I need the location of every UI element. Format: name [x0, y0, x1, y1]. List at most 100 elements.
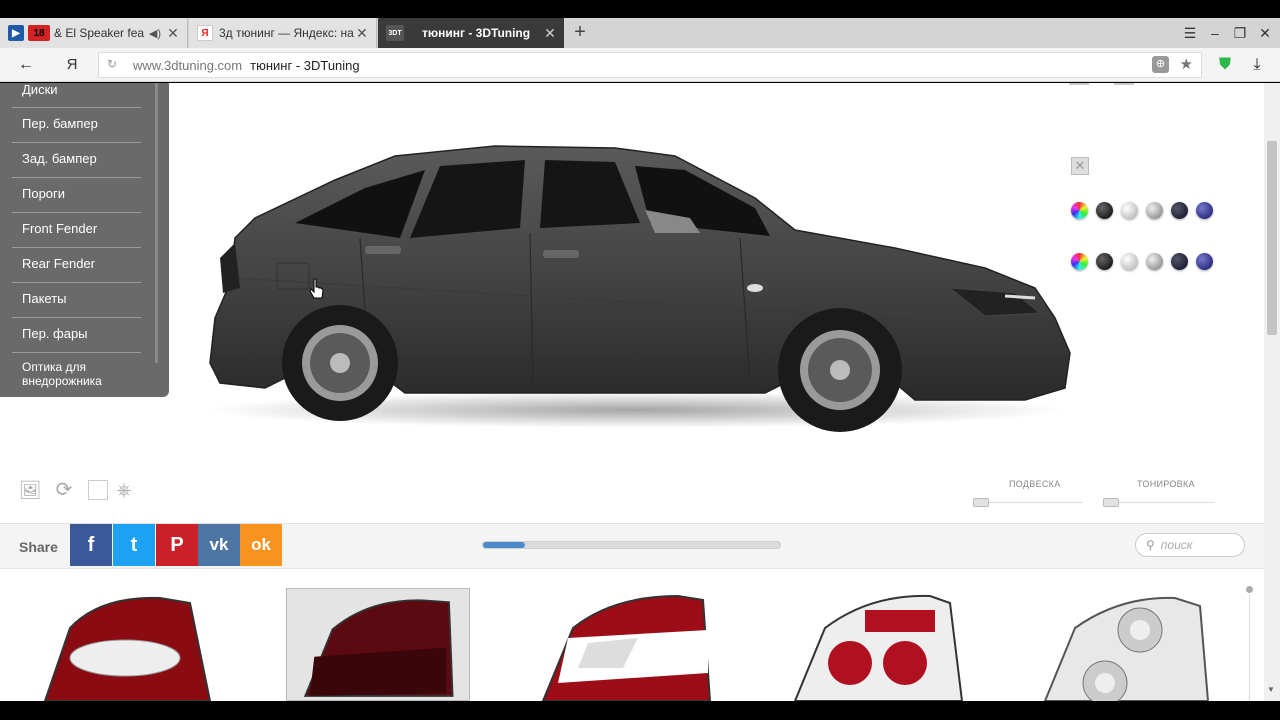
vk-icon[interactable]: vk — [198, 524, 240, 566]
menu-item-label: Front Fender — [22, 221, 98, 236]
close-window-icon[interactable]: ✕ — [1253, 18, 1277, 48]
speaker-icon[interactable]: ◀) — [149, 27, 161, 40]
search-field[interactable]: ⚲ поиск — [1135, 533, 1245, 557]
tab-title: тюнинг - 3DTuning — [422, 26, 531, 40]
menu-item-front-fender[interactable]: Front Fender — [12, 214, 141, 248]
close-tab-icon[interactable]: ✕ — [542, 25, 558, 42]
address-bar[interactable]: ↻ www.3dtuning.com тюнинг - 3DTuning ⊕ ★ — [98, 52, 1202, 78]
new-tab-button[interactable]: + — [568, 18, 592, 48]
front-wheel — [778, 308, 902, 432]
swatch-multicolor[interactable] — [1071, 202, 1088, 219]
tab-yandex[interactable]: Я 3д тюнинг — Яндекс: нашл ✕ — [189, 18, 377, 48]
url-domain: www.3dtuning.com — [133, 57, 243, 73]
page-scrollbar-thumb[interactable] — [1267, 141, 1277, 335]
search-placeholder: поиск — [1160, 538, 1193, 552]
menu-item-sills[interactable]: Пороги — [12, 179, 141, 213]
browser-window: ▶ 18 & El Speaker fea ◀) ✕ Я 3д тюнинг —… — [0, 0, 1280, 720]
3dtuning-icon: 3DT — [386, 25, 404, 41]
protect-shield-icon[interactable]: ⛊ — [1213, 53, 1237, 77]
suspension-knob[interactable] — [973, 498, 989, 507]
parts-menu: Диски Пер. бампер Зад. бампер Пороги Fro… — [0, 83, 169, 397]
reload-icon[interactable]: ↻ — [107, 57, 117, 71]
page-content: Диски Пер. бампер Зад. бампер Пороги Fro… — [0, 83, 1264, 701]
menu-item-label: Rear Fender — [22, 256, 95, 271]
product-taillight-4[interactable] — [780, 588, 980, 701]
facebook-icon[interactable]: f — [70, 524, 112, 566]
suspension-label: ПОДВЕСКА — [1009, 479, 1061, 489]
swatch[interactable] — [1121, 202, 1138, 219]
suspension-track[interactable] — [975, 502, 1083, 503]
odnoklassniki-icon[interactable]: ok — [240, 524, 282, 566]
swatch[interactable] — [1171, 202, 1188, 219]
swatch-multicolor[interactable] — [1071, 253, 1088, 270]
menu-icon[interactable]: ☰ — [1178, 18, 1202, 48]
swatch[interactable] — [1196, 253, 1213, 270]
toggle-checkbox[interactable] — [88, 480, 108, 500]
restore-icon[interactable]: ❐ — [1228, 18, 1252, 48]
tint-track[interactable] — [1105, 502, 1215, 503]
bookmark-star-icon[interactable]: ★ — [1180, 55, 1193, 73]
swatch[interactable] — [1096, 202, 1113, 219]
product-taillight-5[interactable] — [1030, 588, 1230, 701]
menu-item-packages[interactable]: Пакеты — [12, 284, 141, 318]
swatch[interactable] — [1096, 253, 1113, 270]
menu-item-label: Пер. фары — [22, 326, 88, 341]
menu-item-label: Оптика для внедорожника — [22, 360, 102, 388]
paint-swatches — [1071, 202, 1221, 272]
tab-3dtuning[interactable]: 3DT тюнинг - 3DTuning ✕ — [378, 18, 564, 48]
tab-title: 3д тюнинг — Яндекс: нашл — [219, 26, 354, 40]
share-label: Share — [19, 539, 58, 555]
menu-item-label: Пороги — [22, 186, 66, 201]
yandex-icon: Я — [197, 25, 213, 41]
swatch[interactable] — [1121, 253, 1138, 270]
close-tab-icon[interactable]: ✕ — [354, 25, 370, 42]
products-scroll-track[interactable] — [1249, 595, 1250, 701]
swatch[interactable] — [1196, 202, 1213, 219]
rear-wheel — [282, 305, 398, 421]
menu-item-label: Пакеты — [22, 291, 67, 306]
product-taillight-2[interactable] — [286, 588, 470, 701]
top-control-left[interactable] — [1069, 83, 1089, 85]
product-taillight-1[interactable] — [30, 588, 230, 701]
minimize-icon[interactable]: – — [1203, 18, 1227, 48]
tab-bar: ▶ 18 & El Speaker fea ◀) ✕ Я 3д тюнинг —… — [0, 18, 1280, 48]
yandex-logo-icon[interactable]: Я — [60, 53, 84, 77]
products-scroll-dot[interactable] — [1246, 586, 1253, 593]
menu-item-front-bumper[interactable]: Пер. бампер — [12, 109, 141, 143]
rotate-icon[interactable]: ⟳ — [52, 478, 76, 502]
menu-item-rear-fender[interactable]: Rear Fender — [12, 249, 141, 283]
swatch[interactable] — [1146, 253, 1163, 270]
loading-progress-fill — [483, 542, 525, 548]
back-arrow-icon[interactable]: ← — [14, 53, 38, 77]
close-tab-icon[interactable]: ✕ — [165, 25, 181, 42]
car-3d-view[interactable] — [195, 138, 1095, 438]
menu-item-offroad-lights[interactable]: Оптика для внедорожника — [12, 354, 141, 394]
top-control-right[interactable] — [1114, 83, 1134, 85]
media-logo-icon: 18 — [28, 25, 50, 41]
menu-item-label: Диски — [22, 83, 58, 97]
scroll-down-arrow-icon[interactable]: ▼ — [1267, 685, 1275, 694]
image-icon[interactable]: 🖼 — [18, 478, 42, 502]
loading-progress — [482, 541, 781, 549]
tab-title: & El Speaker fea — [54, 26, 145, 40]
translate-icon[interactable]: ⊕ — [1152, 56, 1169, 73]
tint-knob[interactable] — [1103, 498, 1119, 507]
swatch[interactable] — [1146, 202, 1163, 219]
page-scrollbar[interactable]: ▼ — [1264, 83, 1280, 701]
menu-scrollbar[interactable] — [155, 83, 158, 363]
pinterest-icon[interactable]: P — [156, 524, 198, 566]
steering-wheel-icon[interactable]: ⎈ — [112, 478, 136, 502]
product-taillight-3[interactable] — [528, 588, 728, 701]
twitter-icon[interactable]: t — [113, 524, 155, 566]
swatch[interactable] — [1171, 253, 1188, 270]
youtube-icon: ▶ — [8, 25, 24, 41]
custom-color-icon[interactable]: ✕ — [1071, 157, 1089, 175]
search-icon: ⚲ — [1146, 538, 1155, 552]
menu-item-label: Зад. бампер — [22, 151, 97, 166]
menu-item-wheels[interactable]: Диски — [12, 83, 141, 108]
download-icon[interactable]: ⤓ — [1245, 53, 1269, 77]
tab-youtube[interactable]: ▶ 18 & El Speaker fea ◀) ✕ — [0, 18, 188, 48]
mouse-cursor — [309, 278, 324, 299]
menu-item-headlights[interactable]: Пер. фары — [12, 319, 141, 353]
menu-item-rear-bumper[interactable]: Зад. бампер — [12, 144, 141, 178]
